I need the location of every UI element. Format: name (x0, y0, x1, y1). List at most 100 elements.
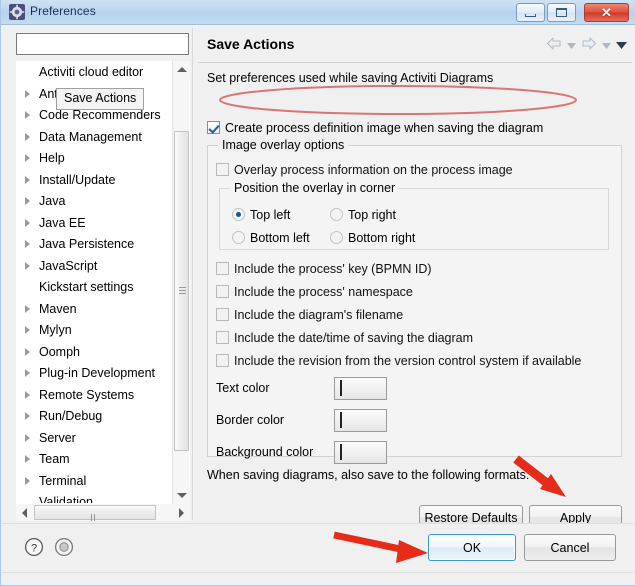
tree-item[interactable]: Help (17, 148, 175, 170)
radio-icon[interactable] (330, 208, 343, 221)
checkbox-include-process-key[interactable]: Include the process' key (BPMN ID) (216, 262, 432, 276)
tree-item-label: Server (39, 431, 76, 445)
checkbox-overlay-process-info[interactable]: Overlay process information on the proce… (216, 163, 513, 177)
checkbox-include-namespace[interactable]: Include the process' namespace (216, 285, 413, 299)
scroll-right-icon[interactable] (173, 504, 190, 521)
border-color-swatch[interactable] (334, 409, 387, 432)
radio-top-left[interactable]: Top left (232, 208, 290, 222)
checkbox-include-filename[interactable]: Include the diagram's filename (216, 308, 403, 322)
checkbox-icon[interactable] (216, 285, 229, 298)
scroll-left-icon[interactable] (16, 504, 33, 521)
group-legend: Image overlay options (218, 138, 348, 152)
dialog-body: Activiti cloud editorAntCode Recommender… (2, 25, 635, 523)
checkbox-icon[interactable] (216, 163, 229, 176)
page-title: Save Actions (207, 36, 294, 52)
radio-top-right[interactable]: Top right (330, 208, 396, 222)
radio-icon[interactable] (232, 208, 245, 221)
tree-list: Activiti cloud editorAntCode Recommender… (17, 62, 175, 504)
checkbox-icon[interactable] (216, 262, 229, 275)
expand-arrow-icon[interactable] (25, 412, 30, 420)
forward-arrow-icon[interactable] (581, 37, 597, 53)
checkbox-icon[interactable] (216, 331, 229, 344)
expand-arrow-icon[interactable] (25, 90, 30, 98)
expand-arrow-icon[interactable] (25, 369, 30, 377)
close-button[interactable]: ✕ (584, 3, 629, 22)
maximize-icon (548, 4, 575, 21)
expand-arrow-icon[interactable] (25, 434, 30, 442)
cancel-button[interactable]: Cancel (524, 534, 616, 561)
dialog-footer: ? OK Cancel (2, 523, 635, 585)
hscrollbar-thumb[interactable] (34, 505, 156, 520)
color-label: Background color (216, 445, 313, 459)
tree-item[interactable]: Oomph (17, 342, 175, 364)
tree-item[interactable]: Server (17, 428, 175, 450)
view-menu-chevron-down-icon[interactable] (616, 38, 627, 52)
radio-bottom-right[interactable]: Bottom right (330, 231, 415, 245)
tree-item[interactable]: Data Management (17, 127, 175, 149)
tree-item[interactable]: Run/Debug (17, 406, 175, 428)
radio-icon[interactable] (330, 231, 343, 244)
radio-bottom-left[interactable]: Bottom left (232, 231, 310, 245)
filter-input[interactable] (16, 33, 189, 55)
back-arrow-icon[interactable] (546, 37, 562, 53)
scrollbar-thumb[interactable] (174, 131, 189, 451)
tree-item[interactable]: Plug-in Development (17, 363, 175, 385)
text-color-swatch[interactable] (334, 377, 387, 400)
expand-arrow-icon[interactable] (25, 197, 30, 205)
back-menu-chevron-down-icon[interactable] (567, 38, 576, 52)
expand-arrow-icon[interactable] (25, 176, 30, 184)
ok-button[interactable]: OK (428, 534, 516, 561)
tree-item-label: Validation (39, 495, 93, 504)
expand-arrow-icon[interactable] (25, 240, 30, 248)
tree-item[interactable]: JavaScript (17, 256, 175, 278)
tree-item[interactable]: Java Persistence (17, 234, 175, 256)
tree-item[interactable]: Maven (17, 299, 175, 321)
scroll-up-icon[interactable] (173, 61, 190, 78)
tree-item[interactable]: Terminal (17, 471, 175, 493)
scrollbar-grip-icon (179, 287, 186, 295)
expand-arrow-icon[interactable] (25, 326, 30, 334)
maximize-button[interactable] (547, 3, 576, 22)
tree-item[interactable]: Team (17, 449, 175, 471)
checkbox-icon[interactable] (207, 121, 220, 134)
tree-item[interactable]: Install/Update (17, 170, 175, 192)
tree-item[interactable]: Validation (17, 492, 175, 504)
radio-label: Bottom right (348, 231, 415, 245)
expand-arrow-icon[interactable] (25, 133, 30, 141)
radio-label: Top right (348, 208, 396, 222)
tree-item[interactable]: Java EE (17, 213, 175, 235)
expand-arrow-icon[interactable] (25, 262, 30, 270)
tree-vertical-scrollbar[interactable] (172, 61, 189, 504)
window-title: Preferences (30, 4, 96, 18)
tree-horizontal-scrollbar[interactable] (16, 504, 190, 521)
minimize-button[interactable] (516, 3, 545, 22)
page-navigation (546, 37, 627, 53)
expand-arrow-icon[interactable] (25, 154, 30, 162)
tree-item[interactable]: Java (17, 191, 175, 213)
expand-arrow-icon[interactable] (25, 391, 30, 399)
tree-item[interactable]: Activiti cloud editor (17, 62, 175, 84)
expand-arrow-icon[interactable] (25, 477, 30, 485)
scroll-down-icon[interactable] (173, 487, 190, 504)
radio-icon[interactable] (232, 231, 245, 244)
expand-arrow-icon[interactable] (25, 305, 30, 313)
tree-item[interactable]: Mylyn (17, 320, 175, 342)
background-color-swatch[interactable] (334, 441, 387, 464)
checkbox-create-process-image[interactable]: Create process definition image when sav… (207, 121, 543, 135)
help-icon[interactable]: ? (24, 537, 44, 560)
preference-tree[interactable]: Activiti cloud editorAntCode Recommender… (16, 61, 190, 504)
tree-item[interactable]: Remote Systems (17, 385, 175, 407)
checkbox-include-datetime[interactable]: Include the date/time of saving the diag… (216, 331, 473, 345)
record-icon[interactable] (54, 537, 74, 560)
expand-arrow-icon[interactable] (25, 455, 30, 463)
tree-item[interactable]: Kickstart settings (17, 277, 175, 299)
checkbox-include-revision[interactable]: Include the revision from the version co… (216, 354, 581, 368)
tree-item-label: Terminal (39, 474, 86, 488)
forward-menu-chevron-down-icon[interactable] (602, 38, 611, 52)
expand-arrow-icon[interactable] (25, 348, 30, 356)
tree-selected-tooltip: Save Actions (56, 88, 144, 110)
expand-arrow-icon[interactable] (25, 111, 30, 119)
expand-arrow-icon[interactable] (25, 219, 30, 227)
checkbox-icon[interactable] (216, 354, 229, 367)
checkbox-icon[interactable] (216, 308, 229, 321)
